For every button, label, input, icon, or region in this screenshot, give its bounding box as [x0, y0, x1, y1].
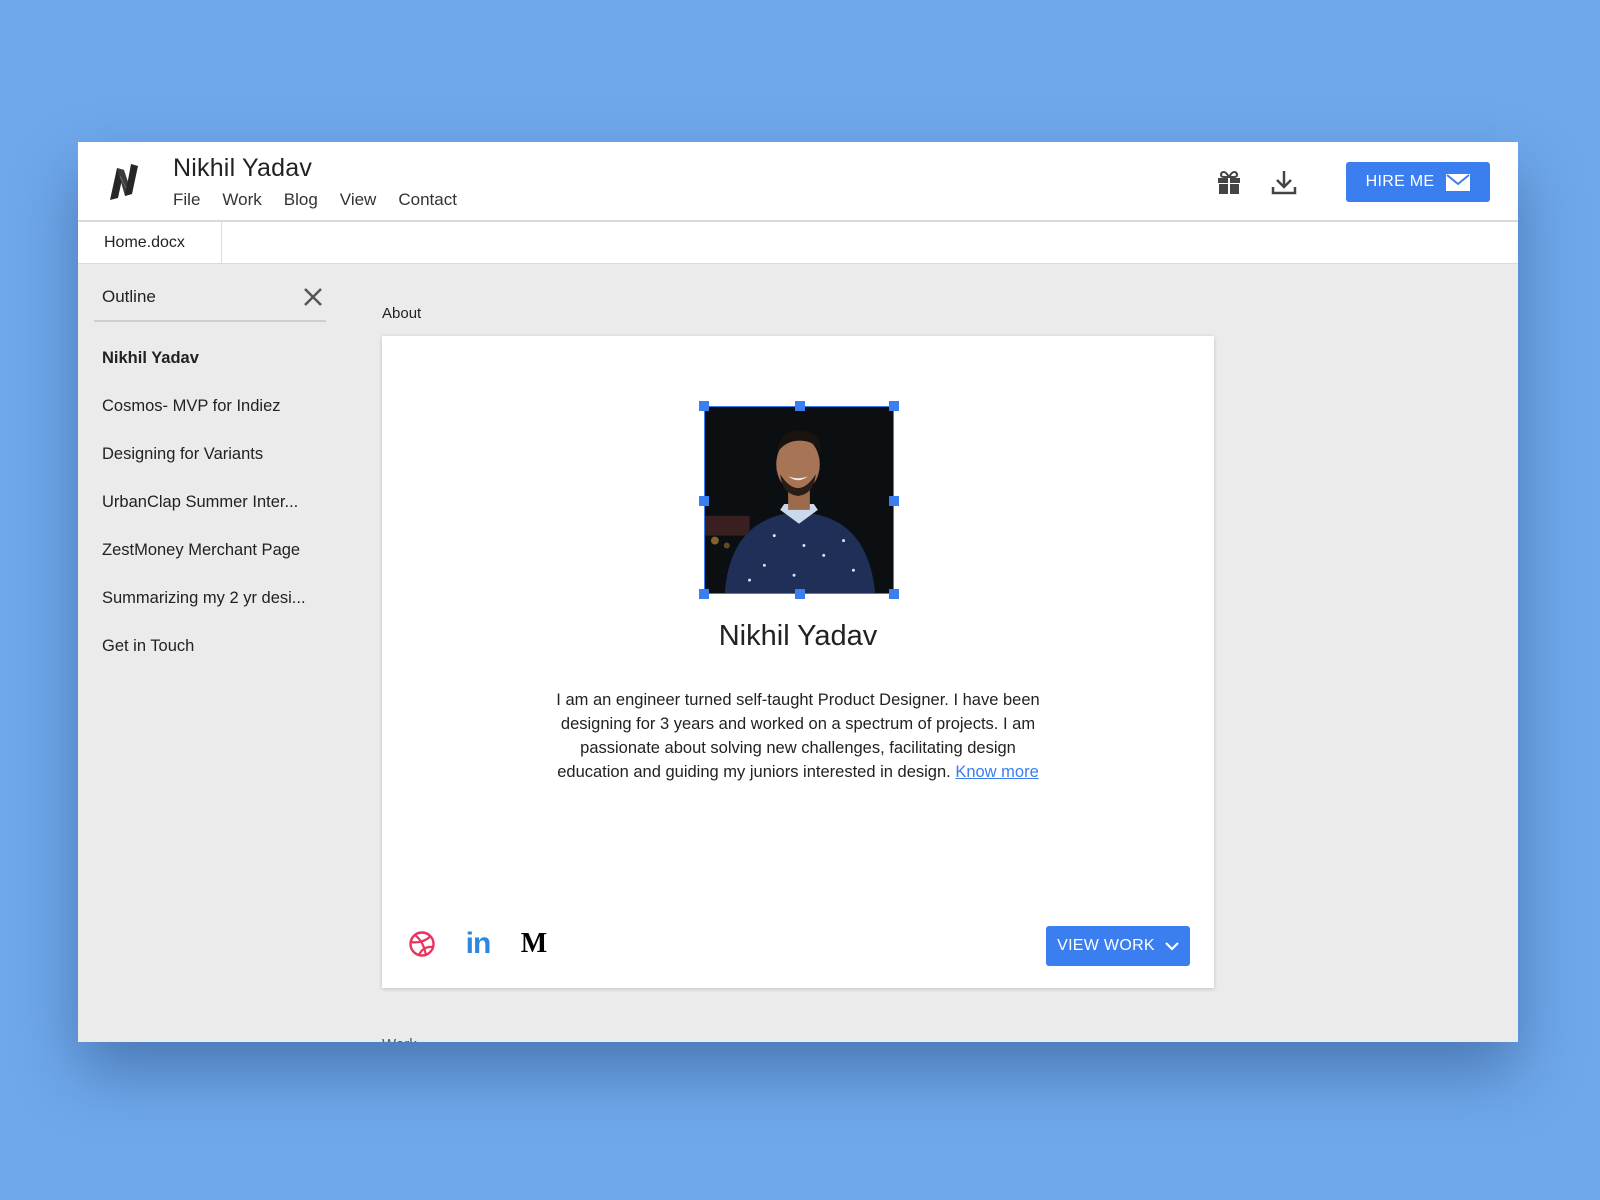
medium-icon: M	[520, 928, 548, 959]
top-bar: Nikhil Yadav File Work Blog View Contact	[78, 142, 1518, 222]
dribbble-link[interactable]	[404, 926, 440, 962]
medium-link[interactable]: M	[516, 926, 552, 962]
linkedin-link[interactable]: in	[460, 926, 496, 962]
download-icon	[1271, 171, 1297, 195]
outline-item-cosmos[interactable]: Cosmos- MVP for Indiez	[94, 382, 326, 430]
outline-item-get-in-touch[interactable]: Get in Touch	[94, 622, 326, 670]
resize-handle-top[interactable]	[795, 401, 805, 411]
gift-icon	[1218, 170, 1240, 194]
tab-home-docx[interactable]: Home.docx	[78, 222, 222, 264]
profile-name: Nikhil Yadav	[718, 620, 878, 652]
view-work-label: VIEW WORK	[1057, 937, 1155, 954]
resize-handle-bottom[interactable]	[795, 589, 805, 599]
n-logo-icon[interactable]	[104, 162, 144, 202]
menu-view[interactable]: View	[340, 190, 377, 210]
resize-handle-right[interactable]	[889, 496, 899, 506]
outline-item-urbanclap[interactable]: UrbanClap Summer Inter...	[94, 478, 326, 526]
outline-item-zestmoney[interactable]: ZestMoney Merchant Page	[94, 526, 326, 574]
menu-file[interactable]: File	[173, 190, 200, 210]
hire-me-label: HIRE ME	[1365, 173, 1435, 190]
resize-handle-left[interactable]	[699, 496, 709, 506]
social-links: in M	[404, 926, 552, 962]
close-icon[interactable]	[302, 286, 324, 308]
profile-photo-frame[interactable]	[699, 401, 899, 599]
outline-list: Nikhil Yadav Cosmos- MVP for Indiez Desi…	[94, 334, 326, 670]
gift-button[interactable]	[1211, 164, 1247, 200]
profile-photo	[705, 407, 893, 593]
outline-title: Outline	[102, 287, 156, 306]
profile-bio: I am an engineer turned self-taught Prod…	[547, 688, 1049, 784]
view-work-button[interactable]: VIEW WORK	[1046, 926, 1190, 966]
app-window: Nikhil Yadav File Work Blog View Contact	[78, 142, 1518, 1042]
resize-handle-top-right[interactable]	[889, 401, 899, 411]
menu-work[interactable]: Work	[222, 190, 261, 210]
dribbble-icon	[409, 931, 435, 957]
outline-item-summarizing[interactable]: Summarizing my 2 yr desi...	[94, 574, 326, 622]
know-more-link[interactable]: Know more	[955, 763, 1038, 781]
menu-contact[interactable]: Contact	[398, 190, 457, 210]
section-label-about: About	[382, 305, 422, 322]
chevron-down-icon	[1165, 942, 1179, 951]
app-title: Nikhil Yadav	[173, 154, 313, 182]
resize-handle-bottom-left[interactable]	[699, 589, 709, 599]
resize-handle-bottom-right[interactable]	[889, 589, 899, 599]
outline-panel: Outline Nikhil Yadav Cosmos- MVP for Ind…	[94, 282, 326, 670]
menu-bar: File Work Blog View Contact	[173, 190, 479, 210]
section-label-work: Work	[382, 1036, 417, 1042]
resize-handle-top-left[interactable]	[699, 401, 709, 411]
about-page: Nikhil Yadav I am an engineer turned sel…	[382, 336, 1214, 988]
download-button[interactable]	[1266, 164, 1302, 200]
hire-me-button[interactable]: HIRE ME	[1346, 162, 1490, 202]
outline-item-nikhil-yadav[interactable]: Nikhil Yadav	[94, 334, 326, 382]
mail-icon	[1446, 173, 1471, 191]
outline-header: Outline	[94, 282, 326, 322]
tab-bar: Home.docx	[78, 222, 1518, 264]
linkedin-icon: in	[465, 927, 492, 960]
menu-blog[interactable]: Blog	[284, 190, 318, 210]
outline-item-designing-variants[interactable]: Designing for Variants	[94, 430, 326, 478]
